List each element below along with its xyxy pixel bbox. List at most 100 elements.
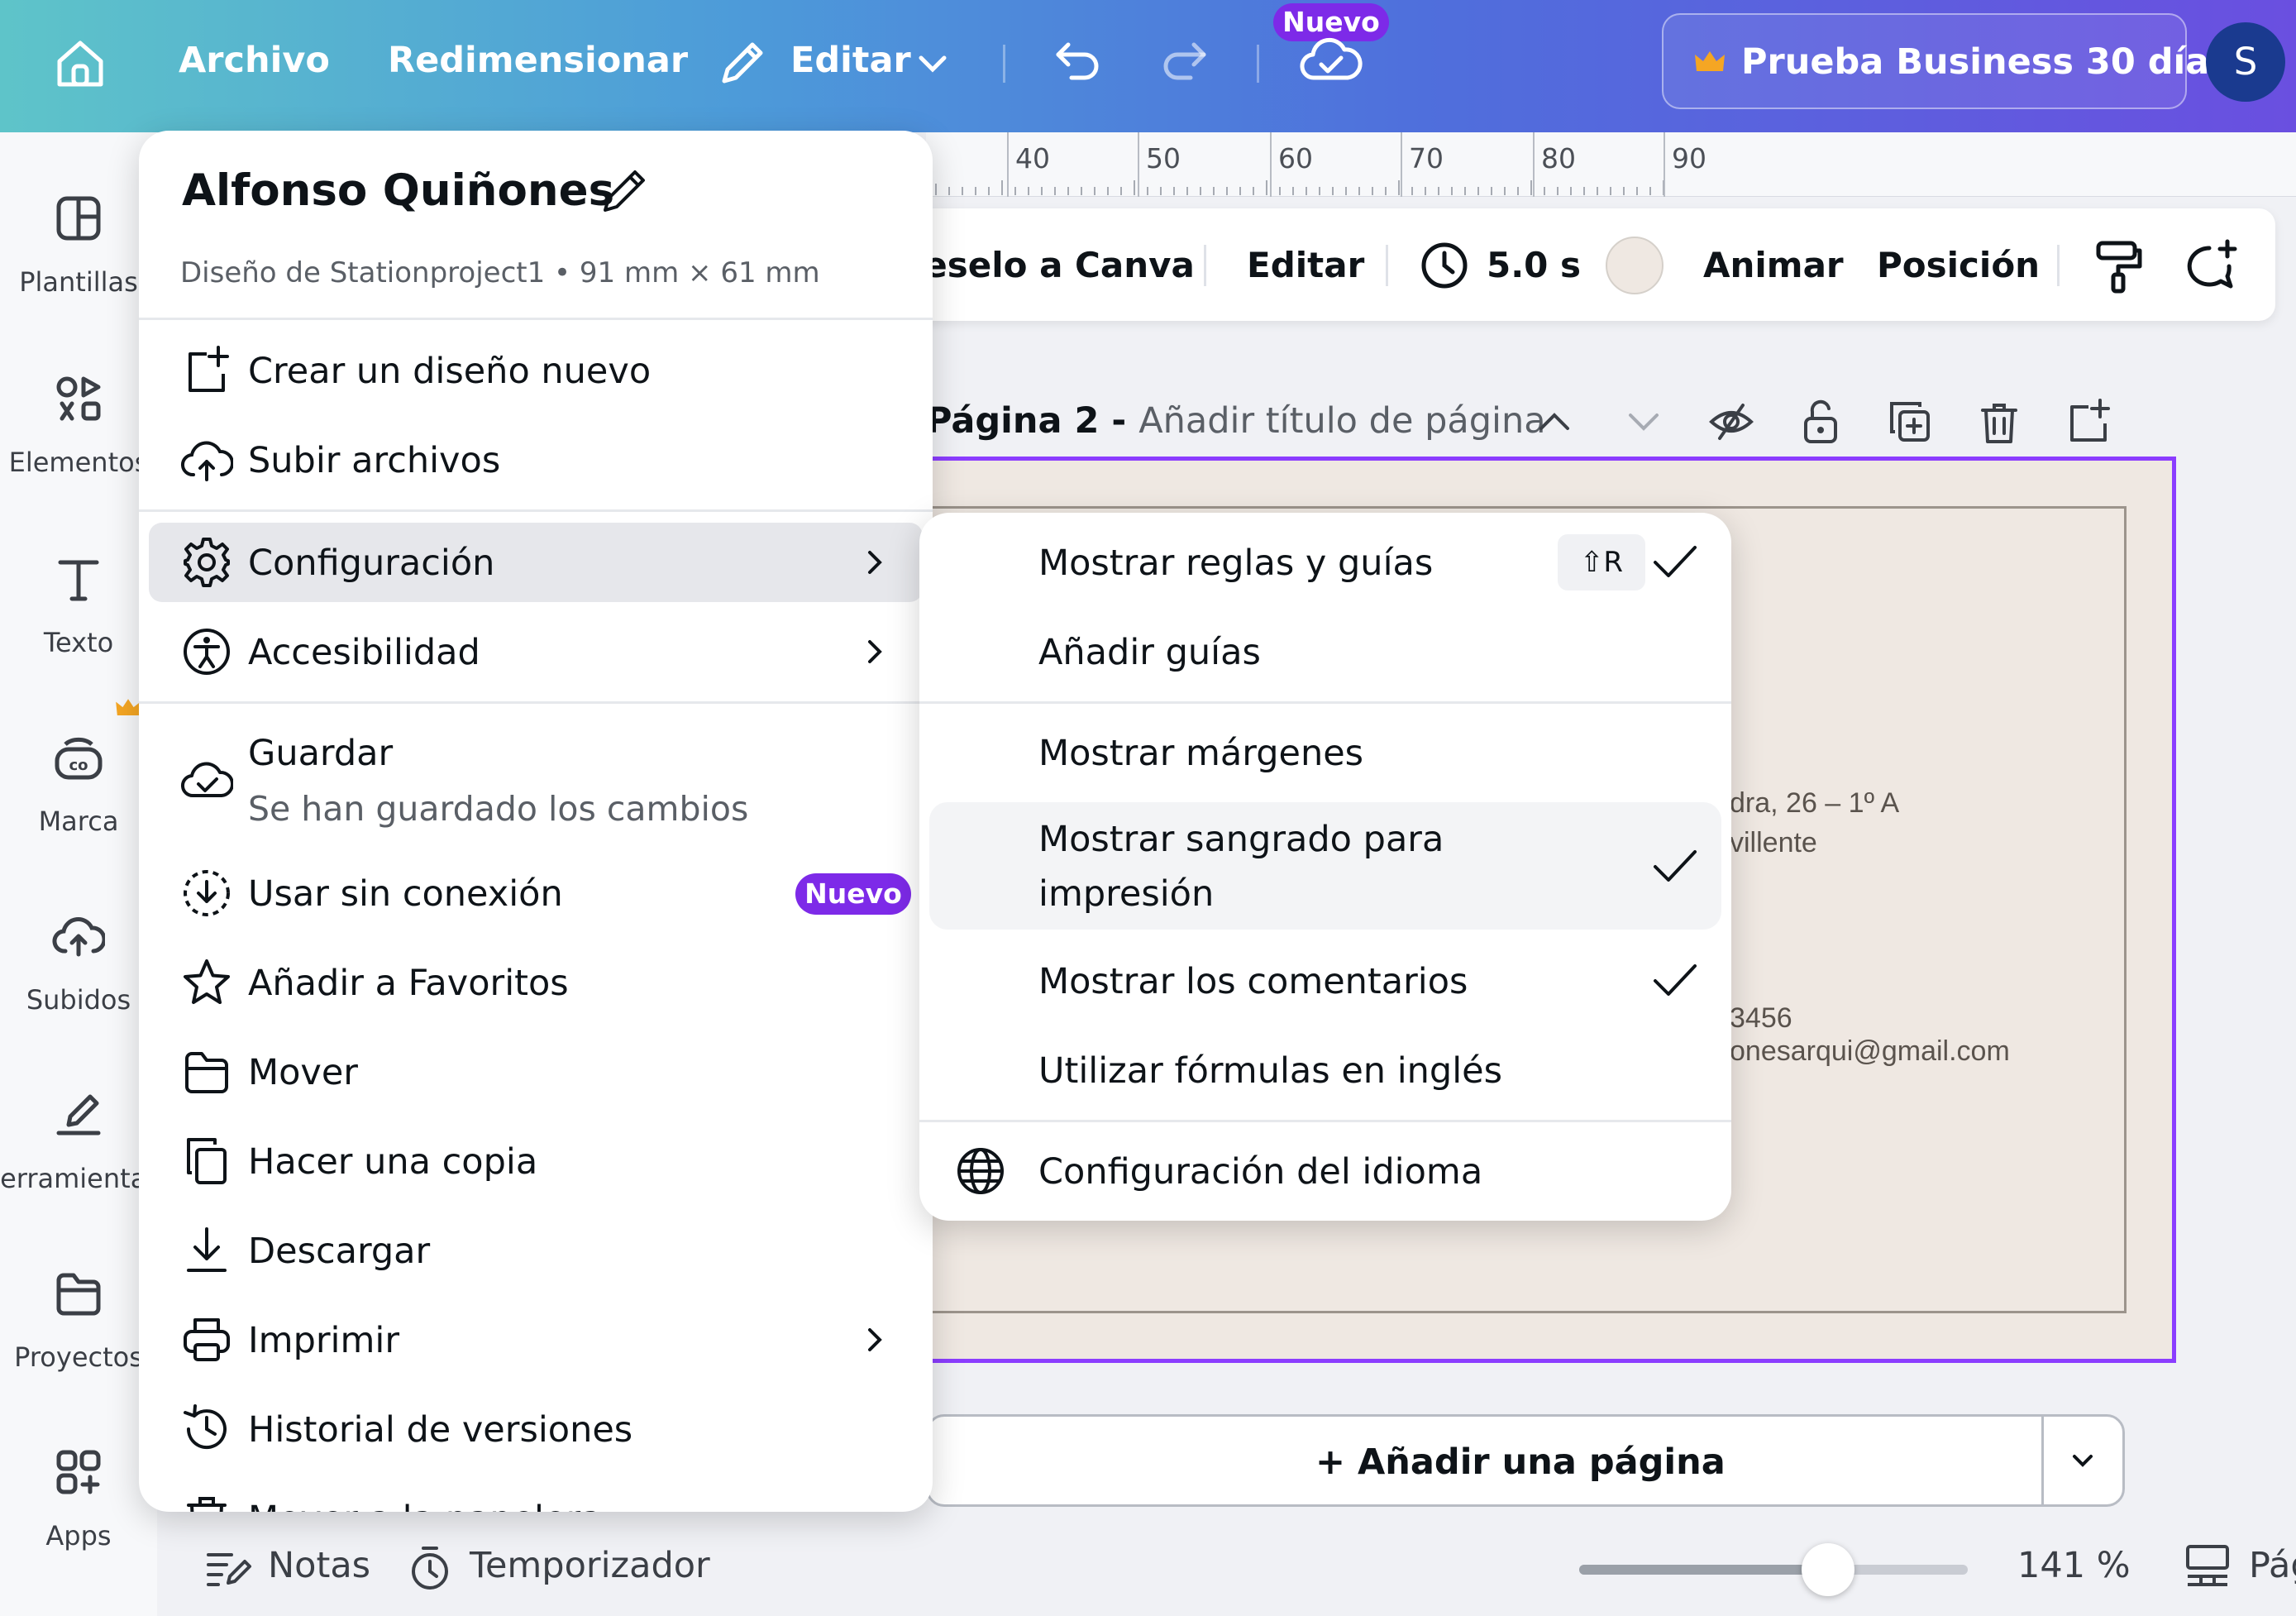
- separator: [2057, 245, 2060, 286]
- gear-icon: [184, 538, 230, 587]
- home-button[interactable]: [51, 35, 109, 93]
- edit-menu-button[interactable]: Editar: [718, 33, 957, 93]
- card-address-line1[interactable]: dra, 26 – 1º A: [1730, 787, 1899, 820]
- context-toolbar: Pídeselo a Canva Editar 5.0 s Animar Pos…: [862, 208, 2275, 321]
- menu-item-english-formulas[interactable]: Utilizar fórmulas en inglés: [929, 1030, 1721, 1110]
- menu-item-show-margins[interactable]: Mostrar márgenes: [929, 713, 1721, 792]
- menu-item-label: Mostrar sangrado para: [1038, 819, 1444, 860]
- folder-icon: [185, 1052, 228, 1093]
- pages-grid-icon: [2186, 1545, 2229, 1586]
- zoom-level[interactable]: 141 %: [2017, 1545, 2131, 1586]
- sidebar-item-apps[interactable]: Apps: [0, 1446, 157, 1611]
- timer-button[interactable]: Temporizador: [470, 1545, 710, 1586]
- ruler-major-tick: [1007, 132, 1009, 197]
- chevron-up-icon[interactable]: [1530, 397, 1579, 447]
- chevron-down-icon[interactable]: [1619, 397, 1668, 447]
- trash-icon[interactable]: [1974, 397, 2024, 447]
- ruler-label: 60: [1278, 142, 1313, 175]
- animate-button[interactable]: Animar: [1703, 245, 1844, 285]
- menu-item-move[interactable]: Mover: [149, 1032, 923, 1112]
- hide-eye-icon[interactable]: [1706, 397, 1756, 447]
- redo-icon[interactable]: [1158, 33, 1210, 86]
- menu-item-favorites[interactable]: Añadir a Favoritos: [149, 943, 923, 1022]
- menu-item-label: Subir archivos: [248, 440, 501, 481]
- menu-item-show-bleed[interactable]: Mostrar sangrado para impresión: [929, 802, 1721, 930]
- sidebar-item-label: Herramientas: [0, 1163, 160, 1194]
- file-menu-button[interactable]: Archivo: [179, 40, 330, 81]
- business-trial-button[interactable]: Prueba Business 30 días: [1662, 13, 2231, 109]
- save-status: Se han guardado los cambios: [248, 789, 749, 829]
- position-button[interactable]: Posición: [1877, 245, 2040, 285]
- history-icon: [184, 1404, 227, 1450]
- menu-item-copy[interactable]: Hacer una copia: [149, 1121, 923, 1201]
- offline-download-icon: [184, 870, 230, 916]
- tools-icon: [56, 1094, 101, 1136]
- sidebar-item-text[interactable]: Texto: [0, 552, 157, 718]
- crown-icon: [116, 699, 141, 716]
- menu-item-settings[interactable]: Configuración: [149, 523, 923, 602]
- menu-item-save[interactable]: Guardar Se han guardado los cambios: [149, 716, 923, 842]
- duration-button[interactable]: 5.0 s: [1419, 237, 1584, 294]
- separator: [2041, 1417, 2044, 1504]
- paint-roller-icon[interactable]: [2092, 238, 2145, 294]
- menu-item-add-guides[interactable]: Añadir guías: [929, 612, 1721, 691]
- separator: [1003, 45, 1005, 83]
- menu-item-accessibility[interactable]: Accesibilidad: [149, 612, 923, 691]
- menu-item-label: Mover: [248, 1052, 358, 1093]
- sidebar-item-templates[interactable]: Plantillas: [0, 192, 157, 357]
- page-title[interactable]: Página 2 - Añadir título de página: [926, 400, 1546, 442]
- divider: [139, 509, 933, 512]
- menu-item-label: impresión: [1038, 873, 1215, 915]
- check-icon: [1654, 964, 1697, 996]
- menu-item-print[interactable]: Imprimir: [149, 1300, 923, 1379]
- card-email[interactable]: onesarqui@gmail.com: [1730, 1035, 2010, 1068]
- card-address-line2[interactable]: villente: [1730, 827, 1817, 859]
- sidebar-item-tools[interactable]: Herramientas: [0, 1088, 160, 1254]
- zoom-slider-handle[interactable]: [1801, 1543, 1854, 1596]
- design-title[interactable]: Alfonso Quiñones: [182, 165, 614, 216]
- add-comment-icon[interactable]: [2181, 238, 2239, 294]
- cloud-saved-icon[interactable]: [1300, 33, 1363, 86]
- menu-item-trash[interactable]: Mover a la papelera: [149, 1479, 923, 1512]
- add-page-button[interactable]: + Añadir una página: [926, 1414, 2125, 1507]
- menu-item-upload[interactable]: Subir archivos: [149, 420, 923, 500]
- upload-cloud-icon: [181, 441, 233, 481]
- edit-element-button[interactable]: Editar: [1247, 245, 1364, 285]
- pages-button[interactable]: Pág: [2249, 1545, 2296, 1586]
- crown-icon: [1695, 51, 1725, 71]
- chevron-down-icon[interactable]: [2066, 1446, 2099, 1475]
- color-swatch-button[interactable]: [1606, 237, 1664, 294]
- undo-icon[interactable]: [1052, 33, 1105, 86]
- ruler-major-tick: [1533, 132, 1535, 197]
- sidebar-item-projects[interactable]: Proyectos: [0, 1267, 157, 1432]
- divider: [139, 701, 933, 704]
- pencil-icon[interactable]: [599, 164, 652, 217]
- add-page-label: + Añadir una página: [1315, 1441, 1726, 1483]
- menu-item-language-settings[interactable]: Configuración del idioma: [929, 1131, 1721, 1211]
- brand-icon: co: [55, 737, 103, 780]
- business-trial-label: Prueba Business 30 días: [1741, 41, 2231, 83]
- projects-icon: [56, 1273, 101, 1316]
- sidebar-item-uploads[interactable]: Subidos: [0, 910, 157, 1075]
- notes-button[interactable]: Notas: [268, 1545, 370, 1586]
- card-phone[interactable]: 3456: [1730, 1002, 1792, 1035]
- sidebar-item-brand[interactable]: co Marca: [0, 731, 157, 896]
- menu-item-label: Descargar: [248, 1231, 431, 1272]
- add-page-icon[interactable]: [2064, 397, 2113, 447]
- zoom-slider[interactable]: [1579, 1565, 1968, 1575]
- resize-button[interactable]: Redimensionar: [388, 40, 688, 81]
- keyboard-shortcut: ⇧R: [1558, 534, 1645, 590]
- menu-item-download[interactable]: Descargar: [149, 1211, 923, 1290]
- menu-item-version-history[interactable]: Historial de versiones: [149, 1389, 923, 1469]
- menu-item-label: Imprimir: [248, 1320, 400, 1361]
- menu-item-show-comments[interactable]: Mostrar los comentarios: [929, 941, 1721, 1021]
- duplicate-page-icon[interactable]: [1885, 397, 1935, 447]
- menu-item-show-rulers[interactable]: Mostrar reglas y guías ⇧R: [929, 523, 1721, 602]
- avatar[interactable]: S: [2206, 22, 2285, 102]
- menu-item-offline[interactable]: Usar sin conexión Nuevo: [149, 853, 923, 933]
- sidebar-item-elements[interactable]: Elementos: [0, 372, 157, 538]
- menu-item-create-design[interactable]: Crear un diseño nuevo: [149, 331, 923, 410]
- top-bar: Archivo Redimensionar Editar Nuevo Prueb…: [0, 0, 2296, 132]
- horizontal-ruler[interactable]: 40 50 60 70 80 90: [926, 132, 2296, 197]
- lock-icon[interactable]: [1796, 397, 1845, 447]
